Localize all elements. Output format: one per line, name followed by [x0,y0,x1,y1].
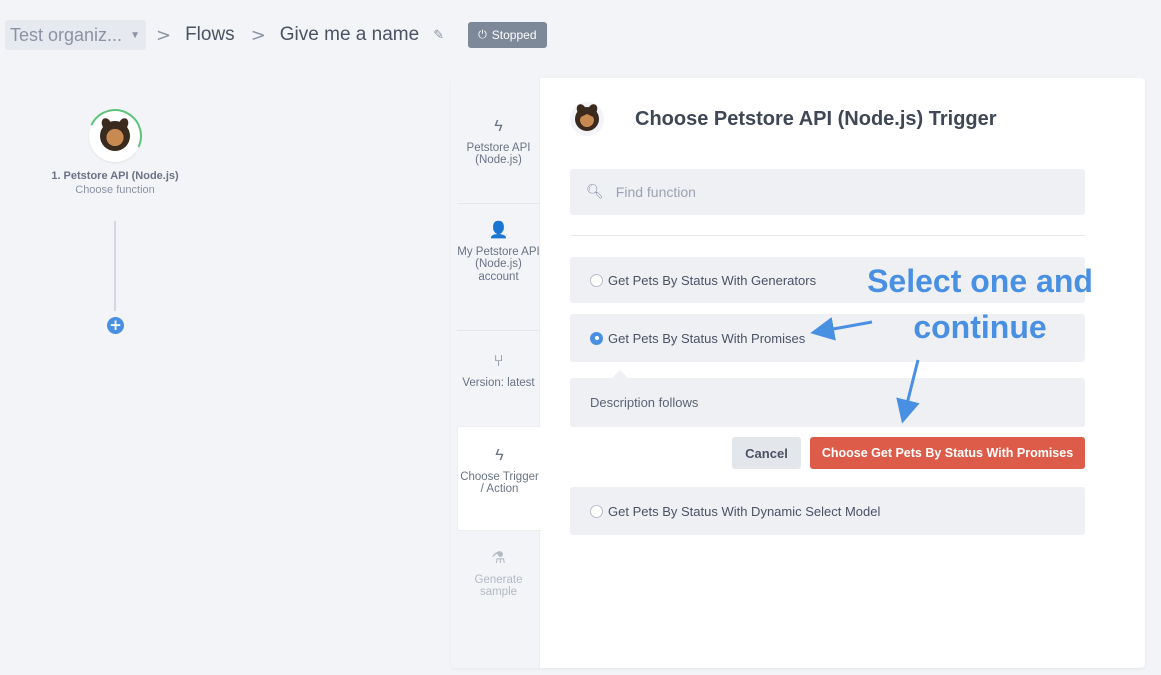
branch-icon: ⑂ [493,353,504,370]
annotation-line: continue [913,309,1047,345]
lightning-icon: ϟ [494,118,503,135]
sidebar-item-component[interactable]: ϟ Petstore API (Node.js) [457,118,540,167]
step-sidebar: ϟ Petstore API (Node.js) 👤 My Petstore A… [451,78,541,668]
choose-function-button[interactable]: Choose Get Pets By Status With Promises [810,437,1085,469]
avatar [80,101,150,171]
dog-icon [100,121,130,151]
organization-select[interactable]: Test organiz... ▼ [5,20,146,50]
dog-icon [575,107,599,131]
sidebar-item-label: Version: latest [462,376,535,389]
node-subtitle: Choose function [75,184,155,196]
option-label: Get Pets By Status With Promises [608,330,806,346]
radio-button[interactable] [590,504,603,518]
organization-label: Test organiz... [10,24,123,45]
sidebar-item-generate-sample[interactable]: ⚗ Generate sample [457,550,540,599]
sidebar-item-label: Choose Trigger / Action [460,470,539,496]
power-icon: ⏻ [478,28,487,41]
breadcrumb-flows-link[interactable]: Flows [185,24,235,46]
function-description: Description follows [570,370,1085,427]
flask-icon: ⚗ [491,550,506,567]
breadcrumb-separator-icon: > [155,24,172,46]
status-label: Stopped [491,28,537,42]
sidebar-item-account[interactable]: 👤 My Petstore API (Node.js) account [457,222,540,284]
sidebar-item-version[interactable]: ⑂ Version: latest [457,353,540,389]
page-title: Choose Petstore API (Node.js) Trigger [635,107,997,130]
radio-button[interactable] [590,273,603,287]
flow-step-node[interactable]: 1. Petstore API (Node.js) Choose functio… [40,101,190,196]
breadcrumb-separator-icon: > [250,24,266,46]
divider [570,235,1085,236]
breadcrumb: Test organiz... ▼ > Flows > Give me a na… [0,0,1161,70]
flow-name: Give me a name [279,24,420,45]
avatar [570,102,604,136]
option-label: Get Pets By Status With Generators [608,272,817,288]
search-box[interactable]: 🔍︎ [570,169,1085,215]
sidebar-item-label: Generate sample [474,573,523,599]
flow-connector [114,221,116,311]
annotation-line: Select one and [867,263,1093,299]
sidebar-item-label: My Petstore API (Node.js) account [457,245,540,283]
sidebar-item-choose-trigger[interactable]: ϟ Choose Trigger / Action [457,426,541,531]
node-title: 1. Petstore API (Node.js) [51,170,179,182]
divider [457,203,540,204]
status-badge[interactable]: ⏻ Stopped [468,22,547,48]
search-icon: 🔍︎ [586,184,604,200]
function-option[interactable]: Get Pets By Status With Dynamic Select M… [570,487,1085,535]
panel-header: Choose Petstore API (Node.js) Trigger [570,102,997,136]
annotation-callout: Select one and continue [820,258,1140,350]
plus-icon: + [109,316,122,334]
user-icon: 👤 [488,222,509,239]
option-label: Get Pets By Status With Dynamic Select M… [608,503,881,519]
pencil-icon[interactable]: ✎ [433,28,444,43]
chevron-down-icon: ▼ [130,29,140,41]
search-input[interactable] [615,184,1056,200]
divider [457,330,540,331]
add-step-button[interactable]: + [107,317,124,334]
lightning-icon: ϟ [495,447,504,464]
sidebar-item-label: Petstore API (Node.js) [466,141,531,167]
step-editor-panel: ϟ Petstore API (Node.js) 👤 My Petstore A… [451,78,1145,668]
cancel-button[interactable]: Cancel [732,437,801,469]
radio-button-checked[interactable] [590,331,603,345]
